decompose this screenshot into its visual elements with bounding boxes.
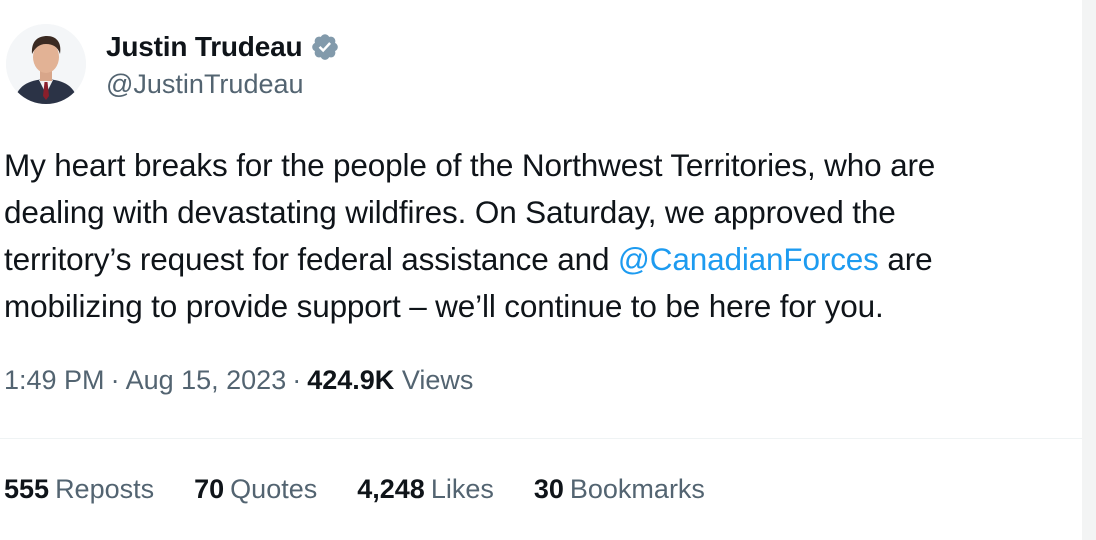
- reposts-count: 555: [4, 474, 50, 504]
- name-row: Justin Trudeau: [106, 27, 340, 67]
- avatar[interactable]: [6, 24, 86, 104]
- quotes-label: Quotes: [230, 474, 318, 504]
- quotes-count: 70: [194, 474, 225, 504]
- mention-link[interactable]: @CanadianForces: [618, 241, 879, 277]
- likes-stat[interactable]: 4,248 Likes: [357, 474, 494, 505]
- bookmarks-label: Bookmarks: [569, 474, 705, 504]
- tweet-date[interactable]: Aug 15, 2023: [126, 365, 287, 395]
- author-info: Justin Trudeau @JustinTrudeau: [106, 27, 340, 100]
- meta-separator: ·: [110, 365, 120, 395]
- likes-label: Likes: [430, 474, 494, 504]
- meta-separator: ·: [292, 365, 302, 395]
- divider: [0, 438, 1082, 439]
- verified-badge-icon[interactable]: [310, 32, 340, 62]
- tweet-text: My heart breaks for the people of the No…: [4, 142, 1084, 330]
- views-count: 424.9K: [307, 365, 395, 395]
- reposts-stat[interactable]: 555 Reposts: [4, 474, 154, 505]
- tweet-text-line: mobilizing to provide support – we’ll co…: [4, 288, 884, 324]
- tweet-header: Justin Trudeau @JustinTrudeau: [6, 24, 340, 104]
- tweet-time[interactable]: 1:49 PM: [4, 365, 105, 395]
- reposts-label: Reposts: [55, 474, 155, 504]
- tweet-text-line: dealing with devastating wildfires. On S…: [4, 194, 896, 230]
- tweet-text-segment: territory’s request for federal assistan…: [4, 241, 618, 277]
- avatar-image: [6, 24, 86, 104]
- author-handle[interactable]: @JustinTrudeau: [106, 69, 340, 100]
- tweet-text-segment: are: [878, 241, 933, 277]
- scrollbar-track: [1082, 0, 1096, 540]
- tweet-text-line: My heart breaks for the people of the No…: [4, 147, 936, 183]
- likes-count: 4,248: [357, 474, 425, 504]
- author-name[interactable]: Justin Trudeau: [106, 31, 303, 63]
- tweet-meta: 1:49 PM · Aug 15, 2023 · 424.9K Views: [4, 365, 473, 396]
- tweet-detail: Justin Trudeau @JustinTrudeau My heart b…: [0, 0, 1096, 540]
- bookmarks-count: 30: [533, 474, 564, 504]
- tweet-text-line: territory’s request for federal assistan…: [4, 236, 1084, 283]
- views-label: Views: [401, 365, 474, 395]
- engagement-stats: 555 Reposts 70 Quotes 4,248 Likes 30 Bookmar…: [4, 474, 745, 505]
- bookmarks-stat[interactable]: 30 Bookmarks: [534, 474, 705, 505]
- quotes-stat[interactable]: 70 Quotes: [194, 474, 317, 505]
